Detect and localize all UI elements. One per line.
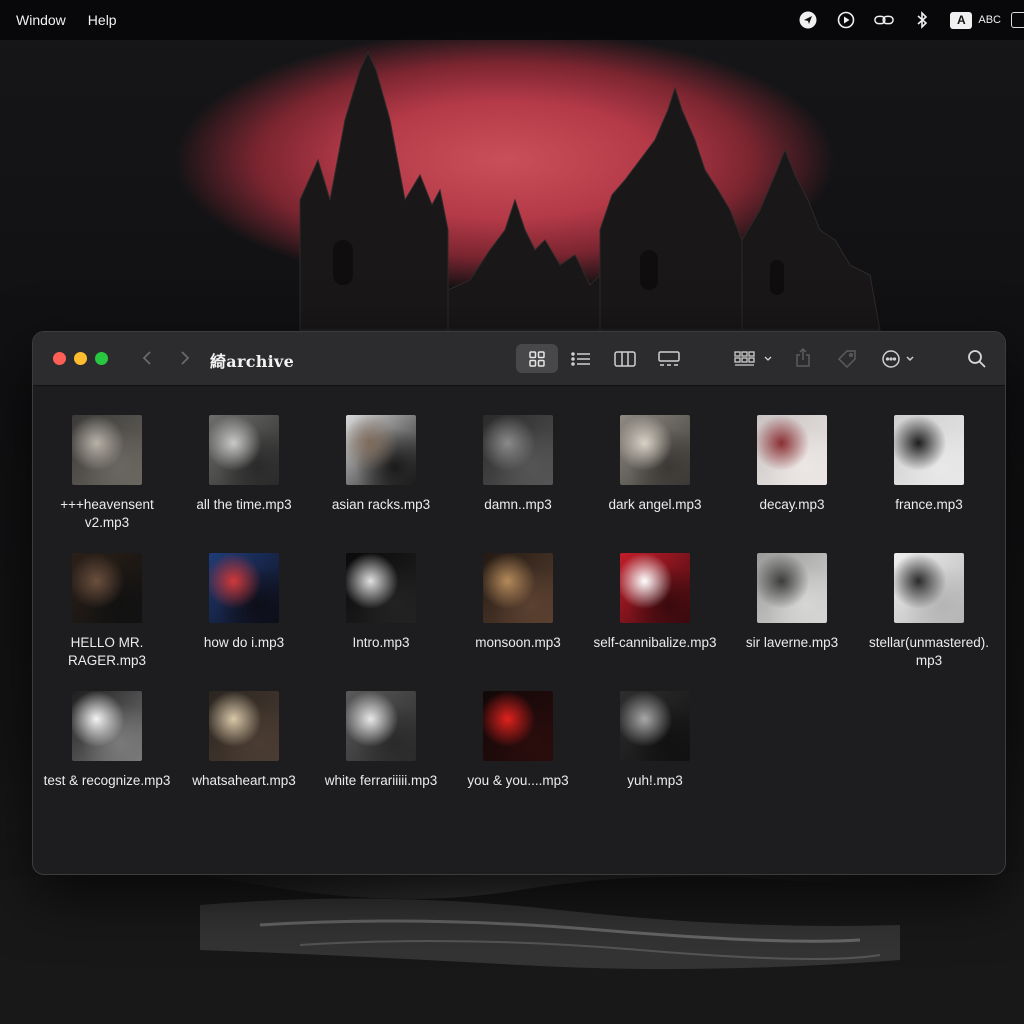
menu-window[interactable]: Window — [16, 12, 66, 28]
window-toolbar: 綺archive — [33, 332, 1005, 386]
chevron-left-icon[interactable] — [137, 348, 157, 368]
album-art-thumbnail — [483, 553, 553, 623]
chevron-right-icon[interactable] — [175, 348, 195, 368]
file-item[interactable]: stellar(unmastered).mp3 — [864, 553, 994, 670]
file-item[interactable]: HELLO MR. RAGER.mp3 — [42, 553, 172, 670]
album-art-thumbnail — [346, 691, 416, 761]
album-art-thumbnail — [620, 415, 690, 485]
file-item[interactable]: how do i.mp3 — [179, 553, 309, 652]
album-art-thumbnail — [209, 553, 279, 623]
input-source-menu[interactable]: A ABC — [950, 11, 1001, 29]
icon-grid-icon[interactable] — [527, 349, 547, 369]
album-art-thumbnail — [894, 553, 964, 623]
file-item[interactable]: Intro.mp3 — [316, 553, 446, 652]
file-name: +++heavensent v2.mp3 — [60, 497, 154, 530]
file-item[interactable]: sir laverne.mp3 — [727, 553, 857, 652]
album-art-thumbnail — [620, 691, 690, 761]
file-item[interactable]: test & recognize.mp3 — [42, 691, 172, 790]
file-name: france.mp3 — [895, 497, 963, 512]
file-item[interactable]: monsoon.mp3 — [453, 553, 583, 652]
file-item[interactable]: self-cannibalize.mp3 — [590, 553, 720, 652]
file-name: test & recognize.mp3 — [43, 773, 171, 788]
link-icon[interactable] — [874, 10, 895, 30]
file-item[interactable]: all the time.mp3 — [179, 415, 309, 514]
album-art-thumbnail — [72, 691, 142, 761]
close-button[interactable] — [53, 352, 66, 365]
album-art-thumbnail — [757, 553, 827, 623]
file-name: sir laverne.mp3 — [745, 635, 839, 650]
zoom-button[interactable] — [95, 352, 108, 365]
file-name: HELLO MR. RAGER.mp3 — [67, 635, 147, 668]
list-view-icon[interactable] — [570, 349, 592, 369]
gallery-view-icon[interactable] — [658, 349, 680, 369]
album-art-thumbnail — [209, 691, 279, 761]
file-name: yuh!.mp3 — [627, 773, 683, 788]
file-item[interactable]: whatsaheart.mp3 — [179, 691, 309, 790]
menu-bar: Window Help A ABC — [0, 0, 1024, 40]
file-item[interactable]: dark angel.mp3 — [590, 415, 720, 514]
album-art-thumbnail — [209, 415, 279, 485]
minimize-button[interactable] — [74, 352, 87, 365]
album-art-thumbnail — [894, 415, 964, 485]
file-name: whatsaheart.mp3 — [192, 773, 296, 788]
location-arrow-icon[interactable] — [798, 10, 818, 30]
file-name: asian racks.mp3 — [331, 497, 431, 512]
album-art-thumbnail — [346, 415, 416, 485]
album-art-thumbnail — [757, 415, 827, 485]
file-item[interactable]: you & you....mp3 — [453, 691, 583, 790]
search-icon[interactable] — [966, 348, 988, 370]
file-name: you & you....mp3 — [467, 773, 569, 788]
file-name: self-cannibalize.mp3 — [593, 635, 717, 650]
album-art-thumbnail — [346, 553, 416, 623]
album-art-thumbnail — [483, 415, 553, 485]
file-name: decay.mp3 — [759, 497, 825, 512]
tag-icon[interactable] — [836, 348, 858, 370]
menu-help[interactable]: Help — [88, 12, 117, 28]
finder-window: 綺archive +++heavensent v2.mp3 all the ti… — [32, 331, 1006, 875]
album-art-thumbnail — [72, 553, 142, 623]
file-grid: +++heavensent v2.mp3 all the time.mp3 asia… — [33, 385, 1005, 874]
album-art-thumbnail — [483, 691, 553, 761]
file-item[interactable]: +++heavensent v2.mp3 — [42, 415, 172, 532]
file-item[interactable]: france.mp3 — [864, 415, 994, 514]
input-source-badge: A — [950, 11, 973, 29]
file-name: Intro.mp3 — [352, 635, 410, 650]
file-name: dark angel.mp3 — [608, 497, 702, 512]
ellipsis-circle-icon[interactable] — [881, 348, 919, 370]
share-icon[interactable] — [793, 347, 813, 369]
file-name: stellar(unmastered).mp3 — [868, 635, 990, 668]
file-name: monsoon.mp3 — [475, 635, 561, 650]
control-center-icon[interactable] — [1011, 12, 1024, 28]
file-item[interactable]: damn..mp3 — [453, 415, 583, 514]
group-icon[interactable] — [733, 349, 775, 369]
file-name: all the time.mp3 — [196, 497, 292, 512]
input-source-label: ABC — [978, 14, 1001, 26]
file-name: white ferrariiiii.mp3 — [324, 773, 438, 788]
file-name: damn..mp3 — [484, 497, 552, 512]
album-art-thumbnail — [72, 415, 142, 485]
window-title: 綺archive — [210, 352, 295, 371]
file-item[interactable]: yuh!.mp3 — [590, 691, 720, 790]
file-item[interactable]: white ferrariiiii.mp3 — [316, 691, 446, 790]
play-circle-icon[interactable] — [836, 10, 856, 30]
status-area: A ABC — [780, 0, 1024, 40]
file-item[interactable]: asian racks.mp3 — [316, 415, 446, 514]
column-view-icon[interactable] — [614, 349, 636, 369]
file-name: how do i.mp3 — [203, 635, 285, 650]
album-art-thumbnail — [620, 553, 690, 623]
file-item[interactable]: decay.mp3 — [727, 415, 857, 514]
bluetooth-icon[interactable] — [912, 10, 932, 30]
